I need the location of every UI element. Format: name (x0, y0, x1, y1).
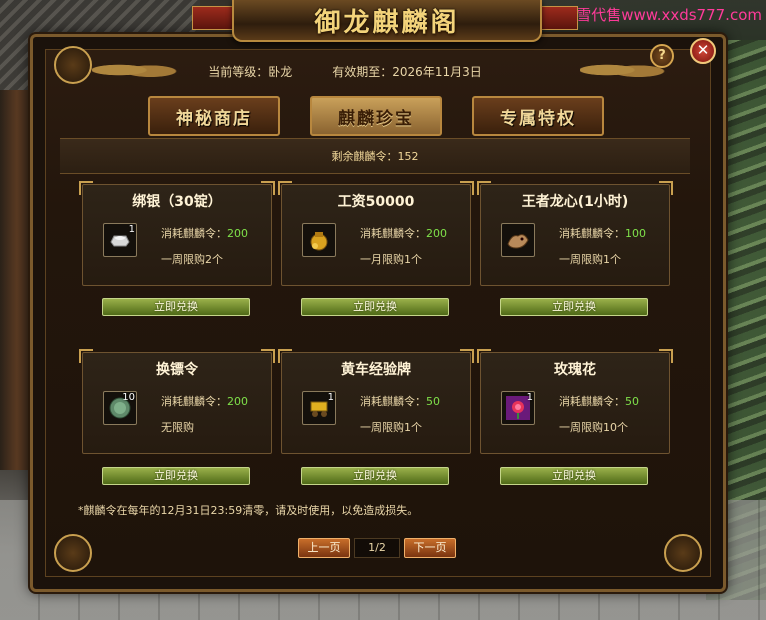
item-quantity: 10 (122, 392, 135, 403)
yellow-cart-icon[interactable]: 1 (302, 391, 336, 425)
gold-sack-icon[interactable] (302, 223, 336, 257)
cost-value: 200 (227, 395, 248, 408)
page-indicator: 1/2 (354, 538, 400, 558)
help-button[interactable]: ? (650, 44, 674, 68)
item-card: 换镖令 10 消耗麒麟令：200 无限购 (79, 349, 275, 454)
item-cost: 消耗麒麟令：200 (161, 225, 248, 241)
expiry-date: 有效期至：2026年11月3日 (332, 64, 482, 79)
tab-bar: 神秘商店 麒麟珍宝 专属特权 (148, 96, 608, 136)
silver-ingot-icon[interactable]: 1 (103, 223, 137, 257)
close-button[interactable]: ✕ (690, 38, 716, 64)
title-plaque: 御龙麒麟阁 (232, 0, 542, 42)
item-card: 玫瑰花 1 消耗麒麟令：50 一周限购10个 (477, 349, 673, 454)
window-title: 御龙麒麟阁 (314, 7, 460, 38)
rose-icon[interactable]: 1 (501, 391, 535, 425)
cost-label: 消耗麒麟令： (559, 395, 625, 408)
reset-notice: *麒麟令在每年的12月31日23:59清零，请及时使用，以免造成损失。 (78, 504, 419, 517)
item-cost: 消耗麒麟令：50 (360, 393, 440, 409)
pagination: 上一页 1/2 下一页 (298, 538, 456, 558)
dragon-heart-icon[interactable] (501, 223, 535, 257)
item-quantity: 1 (526, 392, 533, 403)
item-card: 黄车经验牌 1 消耗麒麟令：50 一周限购1个 (278, 349, 474, 454)
purchase-limit: 一周限购2个 (161, 253, 223, 266)
corner-ornament-top-left (54, 46, 92, 84)
exchange-button[interactable]: 立即兑换 (500, 298, 648, 316)
tab-label: 神秘商店 (176, 108, 252, 129)
cost-value: 50 (625, 395, 639, 408)
tab-mystery-shop[interactable]: 神秘商店 (148, 96, 280, 136)
item-quantity: 1 (128, 224, 135, 235)
purchase-limit: 一周限购10个 (559, 421, 628, 434)
purchase-limit: 一月限购1个 (360, 253, 422, 266)
purchase-limit: 无限购 (161, 421, 194, 434)
next-page-button[interactable]: 下一页 (404, 538, 456, 558)
prev-page-button[interactable]: 上一页 (298, 538, 350, 558)
status-bar: 当前等级：卧龙 有效期至：2026年11月3日 (60, 58, 630, 84)
exchange-button[interactable]: 立即兑换 (500, 467, 648, 485)
exchange-button[interactable]: 立即兑换 (301, 467, 449, 485)
cost-label: 消耗麒麟令： (360, 395, 426, 408)
item-cost: 消耗麒麟令：200 (161, 393, 248, 409)
item-name: 玫瑰花 (554, 362, 596, 378)
corner-ornament-bottom-left (54, 534, 92, 572)
exchange-button[interactable]: 立即兑换 (102, 467, 250, 485)
item-name: 绑银（30锭） (132, 194, 222, 210)
escort-token-icon[interactable]: 10 (103, 391, 137, 425)
purchase-limit: 一周限购1个 (360, 421, 422, 434)
corner-ornament-bottom-right (664, 534, 702, 572)
item-name: 工资50000 (337, 194, 415, 210)
cost-label: 消耗麒麟令： (161, 227, 227, 240)
item-quantity: 1 (327, 392, 334, 403)
item-cost: 消耗麒麟令：50 (559, 393, 639, 409)
cost-label: 消耗麒麟令： (161, 395, 227, 408)
cost-value: 200 (426, 227, 447, 240)
item-card: 工资50000 消耗麒麟令：200 一月限购1个 (278, 181, 474, 286)
purchase-limit: 一周限购1个 (559, 253, 621, 266)
tab-label: 麒麟珍宝 (338, 108, 414, 129)
exchange-button[interactable]: 立即兑换 (102, 298, 250, 316)
item-name: 王者龙心(1小时) (521, 194, 629, 210)
remaining-tokens: 剩余麒麟令：152 (60, 138, 690, 174)
tab-qilin-treasure[interactable]: 麒麟珍宝 (310, 96, 442, 136)
exchange-button[interactable]: 立即兑换 (301, 298, 449, 316)
cost-value: 200 (227, 227, 248, 240)
item-card: 绑银（30锭） 1 消耗麒麟令：200 一周限购2个 (79, 181, 275, 286)
tab-label: 专属特权 (500, 108, 576, 129)
item-card: 王者龙心(1小时) 消耗麒麟令：100 一周限购1个 (477, 181, 673, 286)
cost-value: 50 (426, 395, 440, 408)
player-level: 当前等级：卧龙 (208, 64, 293, 79)
tab-exclusive-privilege[interactable]: 专属特权 (472, 96, 604, 136)
cost-value: 100 (625, 227, 646, 240)
item-name: 黄车经验牌 (341, 362, 411, 378)
item-cost: 消耗麒麟令：100 (559, 225, 646, 241)
cost-label: 消耗麒麟令： (360, 227, 426, 240)
cost-label: 消耗麒麟令： (559, 227, 625, 240)
watermark: 小雪代售www.xxds777.com (561, 6, 762, 24)
item-cost: 消耗麒麟令：200 (360, 225, 447, 241)
item-name: 换镖令 (156, 362, 198, 378)
